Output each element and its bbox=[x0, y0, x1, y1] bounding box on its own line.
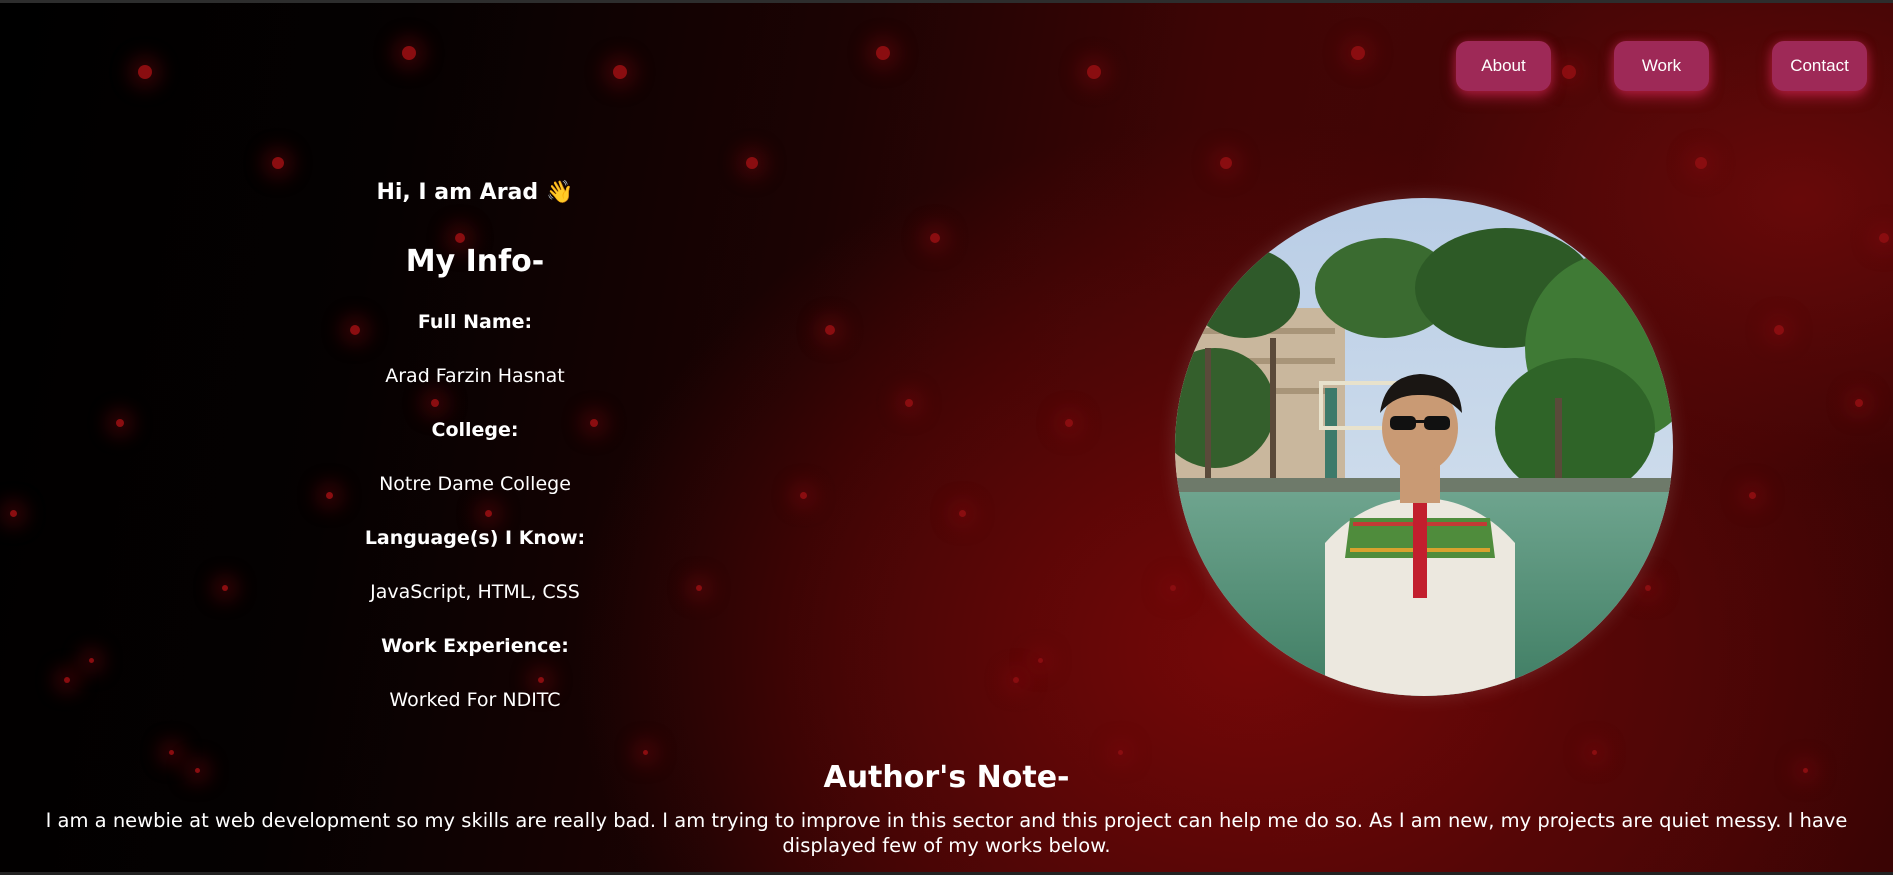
top-nav: About Work Contact bbox=[0, 41, 1893, 91]
nav-about-button[interactable]: About bbox=[1456, 41, 1551, 91]
profile-photo bbox=[1175, 198, 1673, 696]
college-value: Notre Dame College bbox=[379, 473, 571, 495]
page: About Work Contact Hi, I am Arad 👋 My Inf… bbox=[0, 0, 1893, 875]
languages-value: JavaScript, HTML, CSS bbox=[370, 581, 580, 603]
nav-contact-button[interactable]: Contact bbox=[1772, 41, 1867, 91]
nav-work-button[interactable]: Work bbox=[1614, 41, 1709, 91]
greeting-text: Hi, I am Arad bbox=[376, 180, 539, 205]
waving-hand-icon: 👋 bbox=[546, 180, 574, 205]
top-border bbox=[0, 0, 1893, 3]
authors-note-body: I am a newbie at web development so my s… bbox=[45, 809, 1848, 857]
work-experience-value: Worked For NDITC bbox=[389, 689, 561, 711]
full-name-label: Full Name: bbox=[417, 311, 533, 333]
info-title: My Info- bbox=[405, 244, 545, 279]
full-name-value: Arad Farzin Hasnat bbox=[385, 365, 565, 387]
work-experience-label: Work Experience: bbox=[381, 635, 569, 657]
college-label: College: bbox=[431, 419, 519, 441]
greeting-heading: Hi, I am Arad 👋 bbox=[330, 180, 620, 205]
authors-note-title: Author's Note- bbox=[823, 760, 1070, 795]
languages-label: Language(s) I Know: bbox=[364, 527, 586, 549]
